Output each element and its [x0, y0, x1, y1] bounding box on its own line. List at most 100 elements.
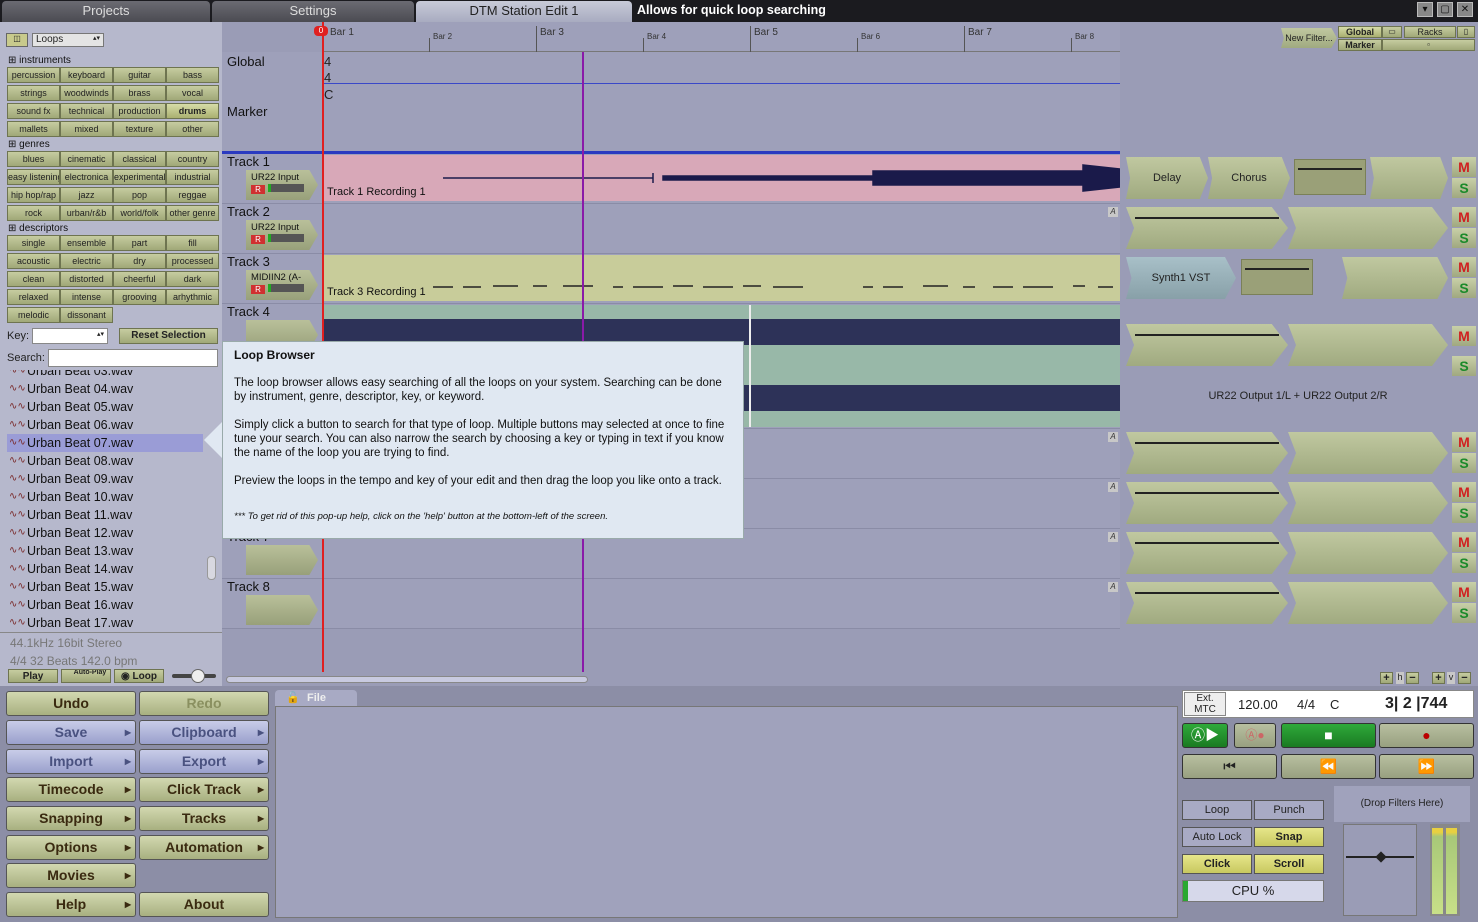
filter-button-dissonant[interactable]: dissonant [60, 307, 113, 323]
filter-button-processed[interactable]: processed [166, 253, 219, 269]
movies-button[interactable]: Movies ▶ [6, 863, 136, 888]
sync-source-button[interactable]: Ext. MTC [1184, 692, 1226, 716]
import-button[interactable]: Import ▶ [6, 749, 136, 774]
undo-button[interactable]: Undo [6, 691, 136, 716]
filter-button-distorted[interactable]: distorted [60, 271, 113, 287]
filter-button-texture[interactable]: texture [113, 121, 166, 137]
loop-file-item[interactable]: ∿∿ Urban Beat 08.wav [7, 452, 203, 470]
arm-record-icon[interactable]: R [251, 235, 265, 244]
volume-fader[interactable] [1132, 534, 1282, 570]
solo-button[interactable]: S [1452, 178, 1476, 198]
volume-fader[interactable] [1132, 484, 1282, 520]
loop-file-item[interactable]: ∿∿ Urban Beat 04.wav [7, 380, 203, 398]
solo-button[interactable]: S [1452, 553, 1476, 573]
automation-toggle-icon[interactable]: A [1108, 482, 1118, 492]
filter-button-electronica[interactable]: electronica [60, 169, 113, 185]
tab-settings[interactable]: Settings [212, 1, 414, 22]
timeline-scrollbar[interactable] [226, 676, 588, 683]
filter-button-brass[interactable]: brass [113, 85, 166, 101]
instruments-header[interactable]: ⊞ instruments [8, 55, 71, 66]
volume-fader[interactable] [1132, 434, 1282, 470]
tab-edit[interactable]: DTM Station Edit 1 [416, 1, 632, 22]
filter-button-blues[interactable]: blues [7, 151, 60, 167]
track-input-button[interactable]: MIDIIN2 (A- R [246, 270, 318, 300]
snapping-button[interactable]: Snapping ▶ [6, 806, 136, 831]
filter-button-production[interactable]: production [113, 103, 166, 119]
auto-lock-toggle[interactable]: Auto Lock [1182, 827, 1252, 847]
loop-file-item[interactable]: ∿∿ Urban Beat 07.wav [7, 434, 203, 452]
mute-button[interactable]: M [1452, 432, 1476, 452]
automation-toggle-icon[interactable]: A [1108, 582, 1118, 592]
options-button[interactable]: Options ▶ [6, 835, 136, 860]
redo-button[interactable]: Redo [139, 691, 269, 716]
search-input[interactable] [48, 349, 218, 367]
volume-fader[interactable] [1132, 326, 1282, 362]
filter-button-dark[interactable]: dark [166, 271, 219, 287]
filter-button-percussion[interactable]: percussion [7, 67, 60, 83]
time-signature-display[interactable]: 4/4 [1297, 697, 1315, 712]
panel-toggle-icon[interactable]: ◫ [6, 33, 28, 47]
playhead-marker[interactable]: 0 [314, 26, 328, 36]
filter-button-electric[interactable]: electric [60, 253, 113, 269]
filter-button-single[interactable]: single [7, 235, 60, 251]
filter-button-rock[interactable]: rock [7, 205, 60, 221]
close-icon[interactable]: ✕ [1457, 2, 1473, 17]
track1-clip[interactable]: Track 1 Recording 1 [323, 155, 1120, 201]
filter-button-drums[interactable]: drums [166, 103, 219, 119]
filter-button-sound-fx[interactable]: sound fx [7, 103, 60, 119]
mute-button[interactable]: M [1452, 326, 1476, 346]
volume-fader[interactable] [1132, 584, 1282, 620]
automation-toggle-icon[interactable]: A [1108, 207, 1118, 217]
bar-ruler[interactable]: Bar 1 Bar 2 Bar 3 Bar 4 Bar 5 Bar 6 Bar 7 Bar 8 [322, 22, 1120, 52]
filter-button-ensemble[interactable]: ensemble [60, 235, 113, 251]
go-to-start-icon[interactable]: ⏮ [1182, 754, 1277, 779]
loop-file-item[interactable]: ∿∿ Urban Beat 05.wav [7, 398, 203, 416]
track-name[interactable]: Track 2 [227, 204, 270, 219]
pan-slot[interactable] [1288, 432, 1448, 474]
timecode-button[interactable]: Timecode ▶ [6, 777, 136, 802]
auto-record-icon[interactable]: Ⓐ● [1234, 723, 1276, 748]
loop-file-item[interactable]: ∿∿ Urban Beat 12.wav [7, 524, 203, 542]
filter-button-vocal[interactable]: vocal [166, 85, 219, 101]
filter-button-other[interactable]: other [166, 121, 219, 137]
loop-toggle[interactable]: Loop [1182, 800, 1252, 820]
reset-selection-button[interactable]: Reset Selection [119, 328, 218, 344]
filter-button-dry[interactable]: dry [113, 253, 166, 269]
filter-button-other-genre[interactable]: other genre [166, 205, 219, 221]
filter-button-mallets[interactable]: mallets [7, 121, 60, 137]
fx-slot-delay[interactable]: Delay [1126, 157, 1208, 199]
track-name[interactable]: Track 3 [227, 254, 270, 269]
zoom-in-h-icon[interactable]: + [1380, 672, 1393, 684]
pan-slot[interactable] [1288, 582, 1448, 624]
filter-button-fill[interactable]: fill [166, 235, 219, 251]
pan-slot[interactable] [1288, 324, 1448, 366]
track-input-button[interactable]: UR22 Input R [246, 170, 318, 200]
filter-button-woodwinds[interactable]: woodwinds [60, 85, 113, 101]
volume-fader[interactable] [1294, 159, 1366, 195]
filter-button-guitar[interactable]: guitar [113, 67, 166, 83]
filter-button-part[interactable]: part [113, 235, 166, 251]
track-input-button[interactable]: UR22 Input R [246, 220, 318, 250]
filter-button-strings[interactable]: strings [7, 85, 60, 101]
filter-button-jazz[interactable]: jazz [60, 187, 113, 203]
mute-button[interactable]: M [1452, 257, 1476, 277]
mute-button[interactable]: M [1452, 582, 1476, 602]
fx-slot-synth1-vst[interactable]: Synth1 VST [1126, 257, 1236, 299]
filter-button-easy-listening[interactable]: easy listening [7, 169, 60, 185]
arm-record-icon[interactable]: R [251, 285, 265, 294]
filter-button-experimental[interactable]: experimental [113, 169, 166, 185]
track-input-button[interactable] [246, 595, 318, 625]
key-select[interactable]: ▴▾ [32, 328, 108, 344]
automation-toggle-icon[interactable]: A [1108, 532, 1118, 542]
track-name[interactable]: Track 4 [227, 304, 270, 319]
filter-button-bass[interactable]: bass [166, 67, 219, 83]
filter-button-country[interactable]: country [166, 151, 219, 167]
zoom-out-v-icon[interactable]: − [1458, 672, 1471, 684]
filter-button-cinematic[interactable]: cinematic [60, 151, 113, 167]
filter-button-melodic[interactable]: melodic [7, 307, 60, 323]
filter-button-grooving[interactable]: grooving [113, 289, 166, 305]
filter-button-acoustic[interactable]: acoustic [7, 253, 60, 269]
automation-button[interactable]: Automation ▶ [139, 835, 269, 860]
clipboard-button[interactable]: Clipboard ▶ [139, 720, 269, 745]
solo-button[interactable]: S [1452, 603, 1476, 623]
